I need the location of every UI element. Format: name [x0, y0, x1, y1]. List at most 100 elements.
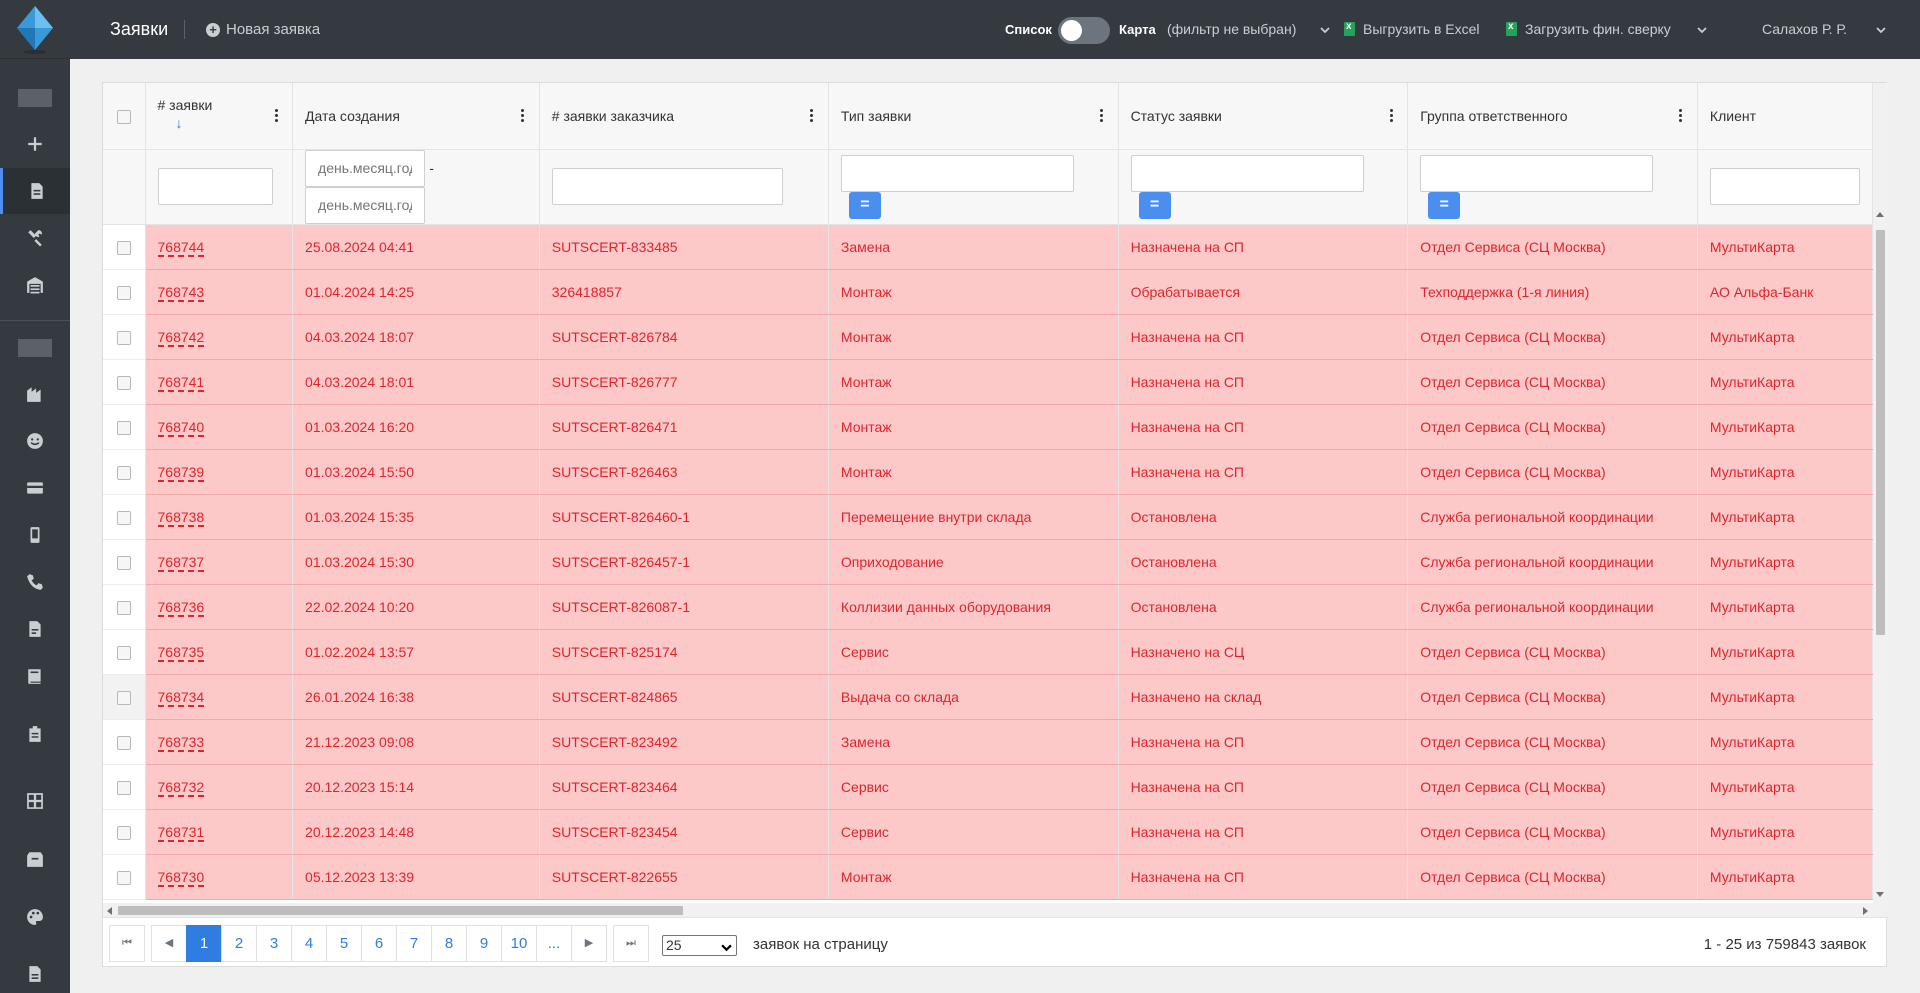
row-checkbox[interactable]: [116, 735, 131, 750]
row-checkbox[interactable]: [116, 285, 131, 300]
request-link[interactable]: 768731: [157, 823, 205, 842]
filter-group-eq-button[interactable]: =: [1428, 191, 1461, 219]
request-link[interactable]: 768744: [157, 238, 205, 257]
table-row[interactable]: 768733 21.12.2023 09:08 SUTSCERT-823492 Зам…: [103, 719, 1873, 765]
vertical-scrollbar[interactable]: [1873, 83, 1888, 903]
filter-type-input[interactable]: [840, 154, 1074, 192]
column-menu-icon[interactable]: [1389, 108, 1393, 124]
col-header-type[interactable]: Тип заявки: [828, 83, 1119, 150]
column-menu-icon[interactable]: [274, 108, 278, 124]
column-menu-icon[interactable]: [810, 108, 814, 124]
sidebar-item-requests[interactable]: [0, 168, 70, 214]
table-row[interactable]: 768740 01.03.2024 16:20 SUTSCERT-826471 Мон…: [103, 404, 1873, 450]
first-page-button[interactable]: ⏮: [109, 925, 145, 962]
vertical-scroll-thumb[interactable]: [1876, 230, 1885, 635]
request-link[interactable]: 768730: [157, 868, 205, 887]
row-checkbox[interactable]: [116, 420, 131, 435]
filter-group-input[interactable]: [1420, 154, 1654, 192]
filter-customer-number-input[interactable]: [551, 168, 783, 205]
table-row[interactable]: 768736 22.02.2024 10:20 SUTSCERT-826087-1 К…: [103, 584, 1873, 630]
column-menu-icon[interactable]: [1679, 108, 1683, 124]
row-checkbox[interactable]: [116, 645, 131, 660]
filter-status-eq-button[interactable]: =: [1138, 191, 1171, 219]
page-button[interactable]: 8: [431, 925, 467, 962]
select-all-checkbox[interactable]: [116, 109, 131, 124]
table-row[interactable]: 768738 01.03.2024 15:35 SUTSCERT-826460-1 П…: [103, 494, 1873, 540]
page-button[interactable]: 7: [396, 925, 432, 962]
table-row[interactable]: 768730 05.12.2023 13:39 SUTSCERT-822655 Мон…: [103, 854, 1873, 900]
row-checkbox[interactable]: [116, 690, 131, 705]
row-checkbox[interactable]: [116, 555, 131, 570]
row-checkbox[interactable]: [116, 870, 131, 885]
column-menu-icon[interactable]: [1100, 108, 1104, 124]
scroll-up-arrow-icon[interactable]: [1876, 212, 1884, 217]
table-row[interactable]: 768741 04.03.2024 18:01 SUTSCERT-826777 Мон…: [103, 359, 1873, 405]
row-checkbox[interactable]: [116, 240, 131, 255]
next-page-button[interactable]: ▶: [571, 925, 607, 962]
row-checkbox[interactable]: [116, 375, 131, 390]
filter-date-from-input[interactable]: [305, 149, 426, 187]
row-checkbox[interactable]: [116, 330, 131, 345]
upload-fin-button[interactable]: Загрузить фин. сверку: [1506, 21, 1671, 37]
table-row[interactable]: 768732 20.12.2023 15:14 SUTSCERT-823464 Сер…: [103, 764, 1873, 810]
row-checkbox[interactable]: [116, 510, 131, 525]
col-header-client[interactable]: Клиент: [1697, 83, 1873, 150]
view-toggle[interactable]: [1058, 17, 1110, 44]
page-button[interactable]: 10: [501, 925, 537, 962]
page-button[interactable]: 4: [291, 925, 327, 962]
row-checkbox[interactable]: [116, 780, 131, 795]
table-row[interactable]: 768739 01.03.2024 15:50 SUTSCERT-826463 Мон…: [103, 449, 1873, 495]
prev-page-button[interactable]: ◀: [151, 925, 187, 962]
page-button[interactable]: 3: [256, 925, 292, 962]
col-header-group[interactable]: Группа ответственного: [1407, 83, 1698, 150]
horizontal-scrollbar[interactable]: [103, 903, 1888, 918]
sidebar-item-devices[interactable]: [0, 512, 70, 558]
table-row[interactable]: 768743 01.04.2024 14:25 326418857 Монтаж Обр…: [103, 269, 1873, 315]
page-button[interactable]: ...: [536, 925, 572, 962]
sidebar-item-palette[interactable]: [0, 894, 70, 940]
sidebar-item-tools[interactable]: [0, 215, 70, 261]
page-button[interactable]: 6: [361, 925, 397, 962]
sidebar-item-calls[interactable]: [0, 559, 70, 605]
request-link[interactable]: 768738: [157, 508, 205, 527]
scroll-right-arrow-icon[interactable]: [1863, 907, 1868, 915]
user-menu[interactable]: Салахов Р. Р.: [1762, 21, 1847, 37]
sidebar-item-add[interactable]: [0, 121, 70, 167]
last-page-button[interactable]: ⏭: [613, 925, 649, 962]
request-link[interactable]: 768743: [157, 283, 205, 302]
page-button[interactable]: 1: [186, 925, 222, 962]
row-checkbox[interactable]: [116, 825, 131, 840]
filter-chevron-down-icon[interactable]: [1320, 22, 1330, 34]
request-link[interactable]: 768740: [157, 418, 205, 437]
page-button[interactable]: 9: [466, 925, 502, 962]
scroll-down-arrow-icon[interactable]: [1876, 892, 1884, 897]
export-excel-button[interactable]: Выгрузить в Excel: [1344, 21, 1480, 37]
view-list-label[interactable]: Список: [1005, 22, 1052, 37]
sidebar-item-report[interactable]: [0, 951, 70, 993]
table-row[interactable]: 768742 04.03.2024 18:07 SUTSCERT-826784 Мон…: [103, 314, 1873, 360]
sidebar-item-warehouse[interactable]: [0, 262, 70, 308]
table-row[interactable]: 768735 01.02.2024 13:57 SUTSCERT-825174 Сер…: [103, 629, 1873, 675]
view-map-label[interactable]: Карта: [1119, 22, 1156, 37]
row-checkbox[interactable]: [116, 600, 131, 615]
col-header-status[interactable]: Статус заявки: [1118, 83, 1409, 150]
app-logo[interactable]: [0, 0, 70, 59]
new-request-button[interactable]: + Новая заявка: [206, 21, 320, 38]
filter-number-input[interactable]: [157, 168, 273, 205]
upload-chevron-down-icon[interactable]: [1697, 22, 1707, 34]
filter-select[interactable]: (фильтр не выбран): [1167, 21, 1296, 37]
sidebar-item-clipboard[interactable]: [0, 711, 70, 757]
request-link[interactable]: 768741: [157, 373, 205, 392]
request-link[interactable]: 768732: [157, 778, 205, 797]
table-row[interactable]: 768731 20.12.2023 14:48 SUTSCERT-823454 Сер…: [103, 809, 1873, 855]
scroll-left-arrow-icon[interactable]: [107, 907, 112, 915]
col-header-customer-number[interactable]: # заявки заказчика: [539, 83, 829, 150]
page-button[interactable]: 2: [221, 925, 257, 962]
request-link[interactable]: 768734: [157, 688, 205, 707]
request-link[interactable]: 768733: [157, 733, 205, 752]
filter-status-input[interactable]: [1130, 154, 1364, 192]
request-link[interactable]: 768739: [157, 463, 205, 482]
request-link[interactable]: 768737: [157, 553, 205, 572]
filter-type-eq-button[interactable]: =: [848, 191, 881, 219]
col-header-number[interactable]: # заявки ↓: [145, 83, 294, 150]
